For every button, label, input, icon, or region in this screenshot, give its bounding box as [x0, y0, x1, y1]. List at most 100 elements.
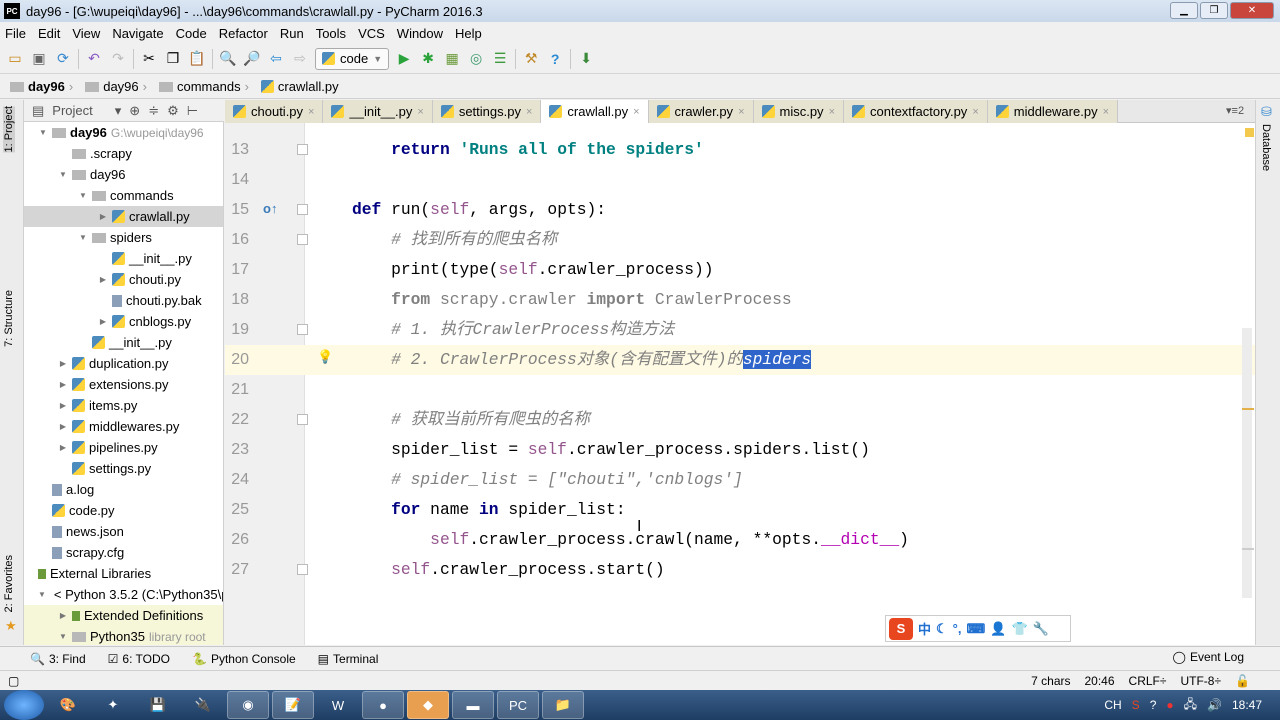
- tree-item[interactable]: news.json: [24, 521, 223, 542]
- tree-item[interactable]: ▶ middlewares.py: [24, 416, 223, 437]
- expand-arrow-icon[interactable]: ▼: [58, 170, 68, 179]
- tree-item[interactable]: ▼ commands: [24, 185, 223, 206]
- code-line[interactable]: 25 for name in spider_list:: [225, 495, 1255, 525]
- tree-item[interactable]: External Libraries: [24, 563, 223, 584]
- intention-bulb-icon[interactable]: 💡: [317, 349, 333, 365]
- help-icon[interactable]: ?: [546, 50, 564, 68]
- dropdown-icon[interactable]: ▾: [115, 103, 122, 119]
- tree-item[interactable]: ▼ day96: [24, 164, 223, 185]
- vcs-update-icon[interactable]: ⬇: [577, 50, 595, 68]
- menu-vcs[interactable]: VCS: [358, 26, 385, 41]
- fold-marker-icon[interactable]: [297, 324, 308, 335]
- menu-edit[interactable]: Edit: [38, 26, 60, 41]
- fold-marker-icon[interactable]: [297, 564, 308, 575]
- taskbar-app-red-icon[interactable]: ●: [362, 691, 404, 719]
- run-config-select[interactable]: code ▼: [315, 47, 390, 70]
- tree-item[interactable]: ▼ < Python 3.5.2 (C:\Python35\p: [24, 584, 223, 605]
- project-panel-title[interactable]: Project: [52, 103, 92, 118]
- lock-icon[interactable]: 🔓: [1235, 674, 1250, 688]
- tab-choutipy[interactable]: chouti.py ×: [225, 100, 324, 123]
- copy-icon[interactable]: ❐: [164, 50, 182, 68]
- tree-item[interactable]: .scrapy: [24, 143, 223, 164]
- settings-wrench-icon[interactable]: ⚒: [522, 50, 540, 68]
- tree-item[interactable]: ▼ spiders: [24, 227, 223, 248]
- taskbar-cmd-icon[interactable]: ▬: [452, 691, 494, 719]
- menu-view[interactable]: View: [72, 26, 100, 41]
- tab-initpy[interactable]: __init__.py ×: [323, 100, 433, 123]
- debug-icon[interactable]: ✱: [419, 50, 437, 68]
- fold-marker-icon[interactable]: [297, 414, 308, 425]
- antivirus-tray-icon[interactable]: ●: [1166, 698, 1173, 712]
- language-indicator[interactable]: CH: [1104, 698, 1121, 712]
- menu-tools[interactable]: Tools: [316, 26, 346, 41]
- collapse-arrow-icon[interactable]: ▶: [58, 359, 68, 368]
- tree-item[interactable]: ▶ duplication.py: [24, 353, 223, 374]
- code-editor[interactable]: 13 return 'Runs all of the spiders' 14 15 d…: [225, 123, 1255, 645]
- structure-tool-tab[interactable]: 7: Structure: [3, 290, 15, 347]
- maximize-button[interactable]: ❐: [1200, 2, 1228, 19]
- skin-icon[interactable]: 👕: [1011, 621, 1027, 637]
- code-line[interactable]: 15 def run(self, args, opts):: [225, 195, 1255, 225]
- taskbar-app-tool-icon[interactable]: ✦: [92, 691, 134, 719]
- open-folder-icon[interactable]: ▭: [6, 50, 24, 68]
- menu-window[interactable]: Window: [397, 26, 443, 41]
- sync-icon[interactable]: ⟳: [54, 50, 72, 68]
- expand-arrow-icon[interactable]: ▼: [58, 632, 68, 641]
- menu-file[interactable]: File: [5, 26, 26, 41]
- menu-help[interactable]: Help: [455, 26, 482, 41]
- taskbar-explorer-icon[interactable]: 📁: [542, 691, 584, 719]
- taskbar-chrome-icon[interactable]: ◉: [227, 691, 269, 719]
- replace-icon[interactable]: 🔎: [243, 50, 261, 68]
- tab-miscpy[interactable]: misc.py ×: [753, 100, 844, 123]
- taskbar-app-paint-icon[interactable]: 🎨: [47, 691, 89, 719]
- collapse-arrow-icon[interactable]: ▶: [98, 212, 108, 221]
- keyboard-icon[interactable]: ⌨: [966, 621, 985, 637]
- tree-item[interactable]: __init__.py: [24, 248, 223, 269]
- tab-middlewarepy[interactable]: middleware.py ×: [987, 100, 1119, 123]
- redo-icon[interactable]: ↷: [109, 50, 127, 68]
- tree-item[interactable]: ▶ chouti.py: [24, 269, 223, 290]
- breadcrumb-item[interactable]: day96 ›: [85, 79, 155, 94]
- menu-code[interactable]: Code: [176, 26, 207, 41]
- coverage-icon[interactable]: ▦: [443, 50, 461, 68]
- collapse-arrow-icon[interactable]: ▶: [58, 380, 68, 389]
- moon-icon[interactable]: ☾: [936, 621, 948, 637]
- line-separator[interactable]: CRLF÷: [1129, 674, 1167, 688]
- collapse-arrow-icon[interactable]: ▶: [58, 443, 68, 452]
- code-line[interactable]: 18 from scrapy.crawler import CrawlerPro…: [225, 285, 1255, 315]
- menu-navigate[interactable]: Navigate: [112, 26, 163, 41]
- collapse-arrow-icon[interactable]: ▶: [58, 422, 68, 431]
- code-line[interactable]: 22 # 获取当前所有爬虫的名称: [225, 405, 1255, 435]
- collapse-arrow-icon[interactable]: ▶: [98, 275, 108, 284]
- save-icon[interactable]: ▣: [30, 50, 48, 68]
- wrench-icon[interactable]: 🔧: [1033, 621, 1049, 637]
- close-tab-icon[interactable]: ×: [972, 106, 978, 118]
- override-method-icon[interactable]: o↑: [263, 201, 277, 216]
- tree-item[interactable]: __init__.py: [24, 332, 223, 353]
- database-tool-tab[interactable]: Database: [1260, 124, 1272, 171]
- tabs-overflow-button[interactable]: ▾≡2: [1226, 104, 1244, 117]
- undo-icon[interactable]: ↶: [85, 50, 103, 68]
- menu-refactor[interactable]: Refactor: [219, 26, 268, 41]
- project-tool-tab[interactable]: 1: Project: [3, 106, 15, 153]
- collapse-all-icon[interactable]: ≑: [148, 103, 159, 119]
- close-tab-icon[interactable]: ×: [738, 106, 744, 118]
- run-icon[interactable]: ▶: [395, 50, 413, 68]
- start-button[interactable]: [4, 690, 44, 720]
- tree-item[interactable]: code.py: [24, 500, 223, 521]
- tree-item[interactable]: ▶ crawlall.py: [24, 206, 223, 227]
- user-icon[interactable]: 👤: [990, 621, 1006, 637]
- tree-item[interactable]: a.log: [24, 479, 223, 500]
- tree-item[interactable]: ▶ Extended Definitions: [24, 605, 223, 626]
- help-tray-icon[interactable]: ?: [1150, 698, 1157, 712]
- terminal-tool-button[interactable]: ▤ Terminal: [318, 652, 379, 666]
- code-line[interactable]: 17 print(type(self.crawler_process)): [225, 255, 1255, 285]
- gear-icon[interactable]: ⚙: [167, 103, 179, 119]
- close-tab-icon[interactable]: ×: [417, 106, 423, 118]
- expand-arrow-icon[interactable]: ▼: [38, 590, 46, 599]
- code-line[interactable]: 14: [225, 165, 1255, 195]
- taskbar-app-save-icon[interactable]: 💾: [137, 691, 179, 719]
- code-line[interactable]: 20 # 2. CrawlerProcess对象(含有配置文件)的spiders: [225, 345, 1255, 375]
- close-tab-icon[interactable]: ×: [1103, 106, 1109, 118]
- tab-crawlallpy[interactable]: crawlall.py ×: [541, 100, 649, 123]
